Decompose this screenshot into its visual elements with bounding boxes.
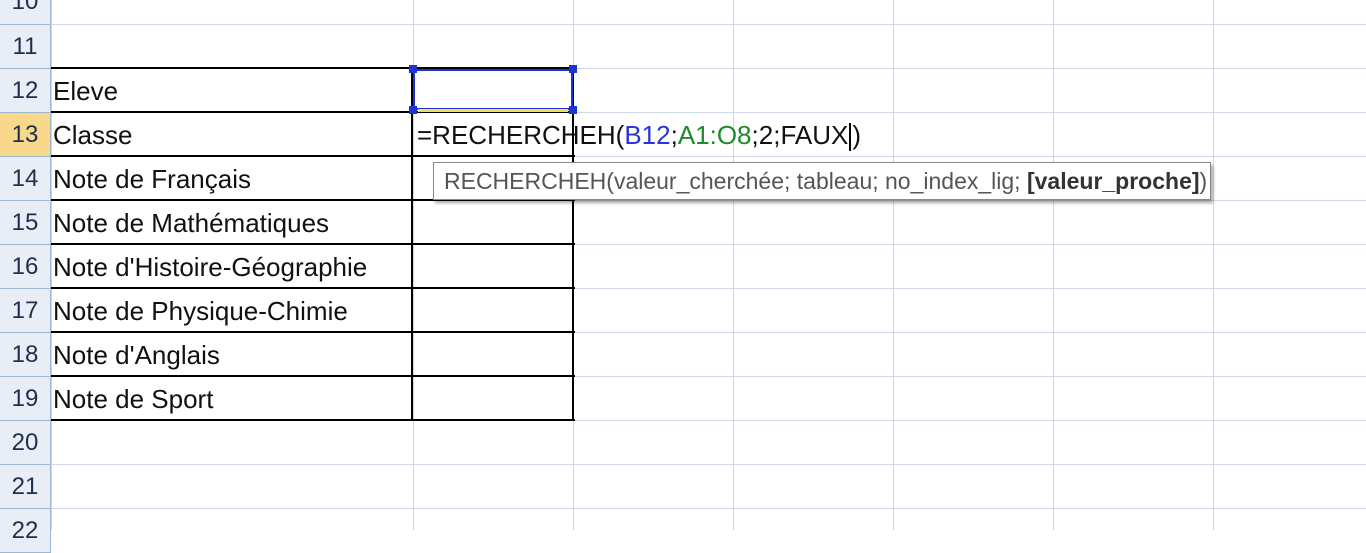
row-header-17[interactable]: 17 [0, 289, 51, 333]
formula-ref-b12: B12 [624, 120, 671, 150]
grid-line [51, 464, 1366, 465]
row-header-16[interactable]: 16 [0, 245, 51, 289]
selected-cell-b12[interactable] [413, 69, 573, 110]
row-header-14[interactable]: 14 [0, 157, 51, 201]
row-header-18[interactable]: 18 [0, 333, 51, 377]
grid-line [51, 24, 1366, 25]
function-tooltip[interactable]: RECHERCHEH(valeur_cherchée; tableau; no_… [433, 162, 1211, 200]
grid-line [51, 0, 52, 530]
grid-line [733, 0, 734, 530]
table-border [51, 331, 575, 333]
table-border [51, 419, 575, 421]
table-border [51, 243, 575, 245]
cell-a17[interactable]: Note de Physique-Chimie [53, 290, 348, 333]
grid-line [51, 508, 1366, 509]
spreadsheet-grid[interactable]: 10 11 12 13 14 15 16 17 18 19 20 21 22 E… [0, 0, 1366, 553]
selection-handle[interactable] [569, 106, 577, 114]
table-border [411, 67, 413, 421]
table-border [51, 287, 575, 289]
row-header-10[interactable]: 10 [0, 0, 51, 25]
cell-a19[interactable]: Note de Sport [53, 378, 213, 421]
formula-ref-range: A1:O8 [677, 120, 752, 150]
cell-a18[interactable]: Note d'Anglais [53, 334, 220, 377]
row-header-22[interactable]: 22 [0, 509, 51, 553]
formula-close-paren: ) [852, 120, 862, 150]
formula-separator: ; [670, 120, 678, 150]
selection-handle[interactable] [409, 106, 417, 114]
row-header-20[interactable]: 20 [0, 421, 51, 465]
selection-handle[interactable] [409, 65, 417, 73]
cell-b13-formula-editor[interactable]: =RECHERCHEH(B12;A1:O8;2;FAUX) [417, 114, 861, 157]
selection-handle[interactable] [569, 65, 577, 73]
cell-a14[interactable]: Note de Français [53, 158, 251, 201]
formula-args: ;2;FAUX [751, 120, 849, 150]
row-header-19[interactable]: 19 [0, 377, 51, 421]
formula-prefix: =RECHERCHEH( [417, 120, 625, 150]
cell-a13[interactable]: Classe [53, 114, 132, 157]
grid-line [893, 0, 894, 530]
grid-line [1053, 0, 1054, 530]
grid-line [1213, 0, 1214, 530]
range-highlight [418, 109, 568, 112]
row-header-12[interactable]: 12 [0, 69, 51, 113]
table-border [51, 375, 575, 377]
row-header-11[interactable]: 11 [0, 25, 51, 69]
cell-a15[interactable]: Note de Mathématiques [53, 202, 329, 245]
tooltip-close-paren: ) [1199, 168, 1208, 194]
row-header-21[interactable]: 21 [0, 465, 51, 509]
tooltip-signature[interactable]: RECHERCHEH(valeur_cherchée; tableau; no_… [444, 168, 1027, 194]
cell-a12[interactable]: Eleve [53, 70, 118, 113]
row-header-13[interactable]: 13 [0, 113, 51, 157]
cell-a16[interactable]: Note d'Histoire-Géographie [53, 246, 367, 289]
row-header-15[interactable]: 15 [0, 201, 51, 245]
tooltip-optional-arg[interactable]: [valeur_proche] [1027, 168, 1200, 194]
